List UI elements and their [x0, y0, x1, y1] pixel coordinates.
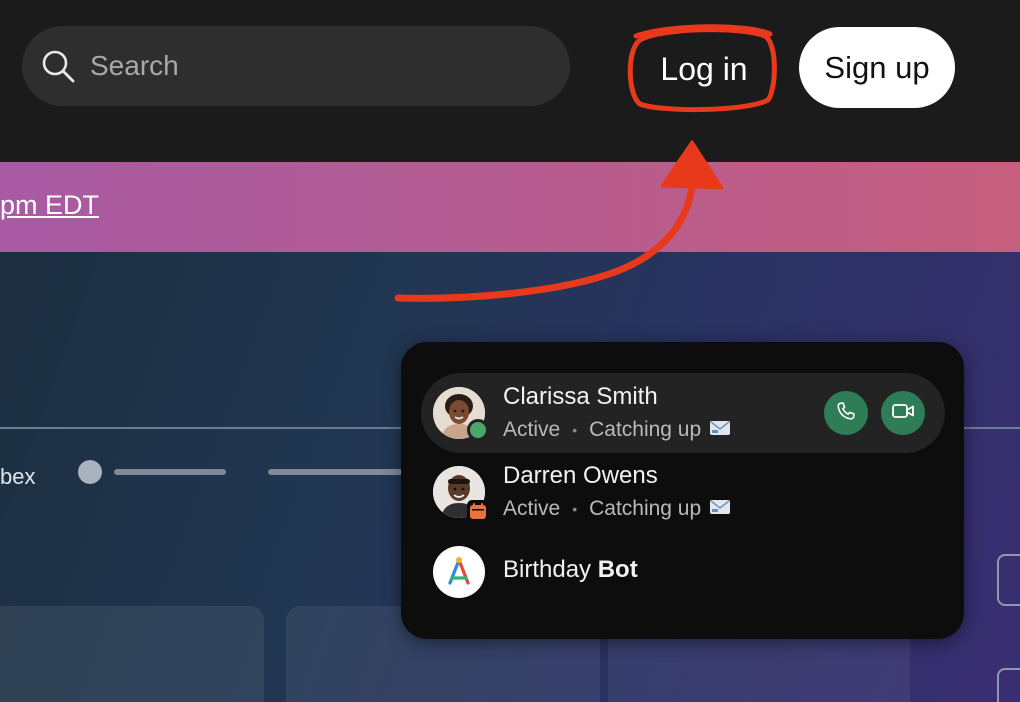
- banner-link[interactable]: pm EDT: [0, 190, 99, 221]
- separator-dot: •: [572, 422, 578, 438]
- contact-row-clarissa-smith[interactable]: Clarissa Smith Active • Catching up: [421, 373, 945, 453]
- search-input[interactable]: [90, 46, 530, 86]
- separator-dot: •: [572, 501, 578, 517]
- video-call-button[interactable]: [881, 391, 925, 435]
- presence-status-dot: [467, 419, 489, 441]
- avatar-wrapper: [433, 546, 485, 598]
- signup-button[interactable]: Sign up: [799, 27, 955, 108]
- activity-text: Catching up: [589, 418, 702, 441]
- presence-text: Active: [503, 497, 561, 520]
- audio-call-button[interactable]: [824, 391, 868, 435]
- contact-name: Clarissa Smith: [503, 383, 658, 410]
- search-icon: [40, 48, 76, 84]
- hero-edge-card: [997, 554, 1020, 606]
- contacts-panel: Clarissa Smith Active • Catching up Darr…: [401, 342, 964, 639]
- slider-track: [114, 469, 226, 475]
- contact-row-darren-owens[interactable]: Darren Owens Active • Catching up: [421, 452, 945, 532]
- contact-name: Darren Owens: [503, 462, 658, 489]
- search-box[interactable]: [22, 26, 570, 106]
- slider-handle[interactable]: [78, 460, 102, 484]
- login-button[interactable]: Log in: [634, 34, 774, 104]
- announcement-banner: pm EDT: [0, 162, 1020, 252]
- mail-icon: [709, 497, 731, 521]
- slider-track: [268, 469, 418, 475]
- contact-row-birthday-bot[interactable]: Birthday Bot: [421, 532, 945, 612]
- avatar-wrapper: [433, 387, 489, 441]
- avatar-wrapper: [433, 466, 489, 522]
- contact-name: Birthday Bot: [503, 556, 638, 583]
- video-camera-icon: [891, 401, 915, 426]
- phone-icon: [835, 400, 857, 427]
- calendar-icon: [467, 500, 489, 522]
- hero-card: [0, 606, 264, 702]
- top-navigation-bar: Log in Sign up: [0, 0, 1020, 162]
- presence-text: Active: [503, 418, 561, 441]
- contact-status: Active • Catching up: [503, 497, 731, 521]
- bot-logo-icon: [433, 546, 485, 598]
- hero-edge-card: [997, 668, 1020, 702]
- hero-card: [608, 637, 910, 702]
- hero-partial-text: bex: [0, 464, 36, 489]
- contact-status: Active • Catching up: [503, 418, 731, 442]
- activity-text: Catching up: [589, 497, 702, 520]
- mail-icon: [709, 418, 731, 442]
